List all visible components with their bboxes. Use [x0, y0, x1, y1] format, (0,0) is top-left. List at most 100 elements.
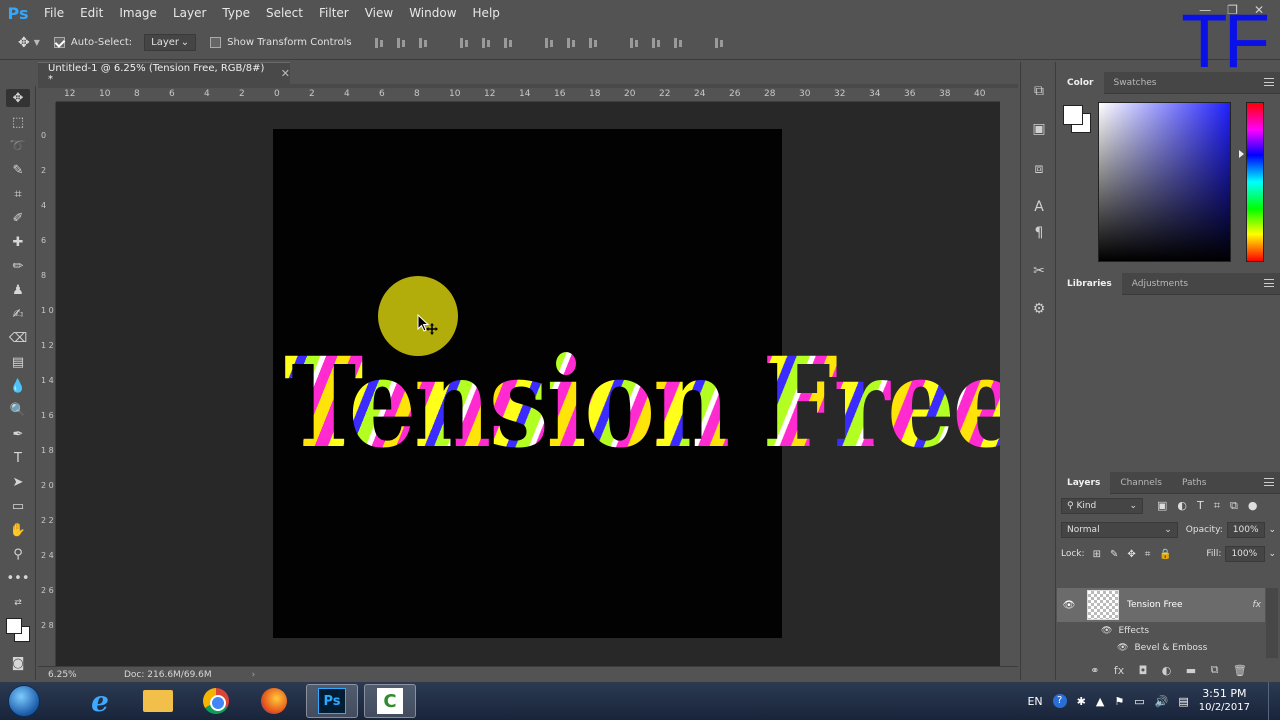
menu-window[interactable]: Window [401, 0, 464, 26]
tab-color[interactable]: Color [1057, 71, 1104, 94]
action-center-flag-icon[interactable]: ⚑ [1114, 695, 1124, 708]
more-tools-icon[interactable]: ••• [7, 569, 30, 587]
system-clock[interactable]: 3:51 PM 10/2/2017 [1199, 687, 1250, 715]
color-picker-field[interactable] [1098, 102, 1231, 262]
character-icon[interactable]: A [1030, 198, 1048, 216]
distribute-left-edges-icon[interactable] [629, 36, 642, 50]
lasso-tool-icon[interactable]: ➰ [9, 137, 27, 155]
dodge-tool-icon[interactable]: 🔍 [9, 401, 27, 419]
new-layer-icon[interactable]: ⧉ [1211, 663, 1219, 677]
auto-select-target-dropdown[interactable]: Layer ⌄ [144, 34, 197, 51]
add-layer-mask-icon[interactable]: ◘ [1139, 664, 1148, 677]
delete-layer-trash-icon[interactable]: 🗑 [1233, 664, 1247, 677]
language-indicator[interactable]: EN [1027, 695, 1042, 708]
quick-selection-tool-icon[interactable]: ✎ [9, 161, 27, 179]
taskbar-file-explorer[interactable] [132, 684, 184, 718]
lock-artboard-icon[interactable]: ⌗ [1145, 549, 1151, 560]
menu-view[interactable]: View [357, 0, 401, 26]
document-tab[interactable]: Untitled-1 @ 6.25% (Tension Free, RGB/8#… [38, 62, 290, 85]
bevel-emboss-visibility-eye-icon[interactable]: 👁 [1117, 643, 1128, 653]
blur-tool-icon[interactable]: 💧 [9, 377, 27, 395]
monitor-icon[interactable]: ▭ [1134, 695, 1144, 708]
tool-presets-icon[interactable]: ✂ [1030, 262, 1048, 280]
path-selection-tool-icon[interactable]: ➤ [9, 473, 27, 491]
lock-position-icon[interactable]: ✥ [1127, 549, 1135, 560]
tab-channels[interactable]: Channels [1110, 472, 1172, 494]
auto-select-checkbox[interactable] [53, 37, 65, 48]
show-hidden-icons-icon[interactable]: ▲ [1096, 695, 1104, 708]
distribute-vertical-centers-icon[interactable] [566, 36, 579, 50]
menu-edit[interactable]: Edit [72, 0, 111, 26]
distribute-bottom-edges-icon[interactable] [588, 36, 601, 50]
panel-menu-icon[interactable] [1264, 78, 1274, 86]
menu-file[interactable]: File [36, 0, 72, 26]
paragraph-icon[interactable]: ¶ [1030, 224, 1048, 242]
filter-smart-object-icon[interactable]: ⧉ [1230, 499, 1238, 513]
tab-adjustments[interactable]: Adjustments [1122, 273, 1198, 295]
lock-image-pixels-icon[interactable]: ✎ [1110, 549, 1118, 560]
foreground-color-swatch[interactable] [1063, 105, 1083, 125]
marquee-tool-icon[interactable]: ⬚ [9, 113, 27, 131]
eyedropper-tool-icon[interactable]: ✐ [9, 209, 27, 227]
help-icon[interactable]: ? [1052, 694, 1067, 708]
properties-icon[interactable]: ▣ [1030, 120, 1048, 138]
auto-align-layers-icon[interactable] [714, 36, 727, 50]
history-brush-tool-icon[interactable]: ✍ [9, 305, 27, 323]
rectangle-tool-icon[interactable]: ▭ [9, 497, 27, 515]
bevel-emboss-row[interactable]: 👁 Bevel & Emboss [1057, 639, 1265, 657]
layers-scrollbar[interactable] [1266, 588, 1278, 658]
opacity-field[interactable]: 100% [1226, 522, 1266, 538]
start-button[interactable] [0, 682, 40, 720]
new-group-folder-icon[interactable]: ▬ [1186, 664, 1196, 677]
tab-layers[interactable]: Layers [1057, 471, 1111, 494]
volume-icon[interactable]: 🔊 [1155, 695, 1169, 708]
gradient-tool-icon[interactable]: ▤ [9, 353, 27, 371]
quick-mask-icon[interactable]: ◙ [9, 654, 27, 672]
add-layer-style-icon[interactable]: fx [1114, 664, 1124, 677]
filter-toggle-icon[interactable]: ● [1248, 499, 1258, 513]
fill-field[interactable]: 100% [1225, 546, 1266, 562]
layer-row-tension-free[interactable]: 👁 Tension Free fx [1057, 588, 1265, 622]
taskbar-firefox[interactable] [248, 684, 300, 718]
menu-select[interactable]: Select [258, 0, 311, 26]
swap-colors-icon[interactable]: ⇄ [9, 594, 27, 612]
show-transform-controls-checkbox[interactable] [210, 37, 222, 48]
clone-source-icon[interactable]: ⚙ [1030, 300, 1048, 318]
lock-transparent-pixels-icon[interactable]: ⊞ [1093, 549, 1101, 560]
canvas-vertical-scrollbar[interactable] [1000, 88, 1018, 666]
type-tool-icon[interactable]: T [9, 449, 27, 467]
brush-tool-icon[interactable]: ✏ [9, 257, 27, 275]
close-document-icon[interactable]: ✕ [281, 67, 290, 80]
align-horizontal-centers-icon[interactable] [481, 36, 494, 50]
layer-filter-kind-dropdown[interactable]: ⚲ Kind ⌄ [1061, 498, 1143, 514]
hue-slider[interactable] [1246, 102, 1264, 262]
link-layers-icon[interactable]: ⚭ [1090, 664, 1099, 677]
filter-type-icon[interactable]: T [1197, 499, 1204, 513]
clone-stamp-tool-icon[interactable]: ♟ [9, 281, 27, 299]
menu-image[interactable]: Image [111, 0, 165, 26]
healing-brush-tool-icon[interactable]: ✚ [9, 233, 27, 251]
blend-mode-dropdown[interactable]: Normal ⌄ [1061, 522, 1178, 538]
lock-all-icon[interactable]: 🔒 [1159, 549, 1171, 560]
distribute-horizontal-centers-icon[interactable] [651, 36, 664, 50]
canvas-area[interactable]: Tension Free [56, 102, 1000, 666]
hue-slider-marker[interactable] [1239, 150, 1244, 158]
align-vertical-centers-icon[interactable] [396, 36, 409, 50]
history-icon[interactable]: ⧉ [1030, 82, 1048, 100]
tab-swatches[interactable]: Swatches [1104, 72, 1167, 94]
move-tool-icon[interactable]: ✥ [6, 89, 30, 107]
pen-tool-icon[interactable]: ✒ [9, 425, 27, 443]
taskbar-internet-explorer[interactable]: e [74, 684, 126, 718]
layer-comps-icon[interactable]: ⧈ [1030, 160, 1048, 178]
hand-tool-icon[interactable]: ✋ [9, 521, 27, 539]
align-top-edges-icon[interactable] [374, 36, 387, 50]
distribute-top-edges-icon[interactable] [544, 36, 557, 50]
menu-help[interactable]: Help [465, 0, 508, 26]
effects-visibility-eye-icon[interactable]: 👁 [1101, 626, 1112, 636]
show-desktop-button[interactable] [1268, 682, 1280, 720]
crop-tool-icon[interactable]: ⌗ [9, 185, 27, 203]
effects-row[interactable]: 👁 Effects [1057, 622, 1265, 640]
visibility-eye-icon[interactable]: 👁 [1057, 600, 1081, 611]
layer-name[interactable]: Tension Free [1127, 600, 1183, 610]
align-right-edges-icon[interactable] [503, 36, 516, 50]
